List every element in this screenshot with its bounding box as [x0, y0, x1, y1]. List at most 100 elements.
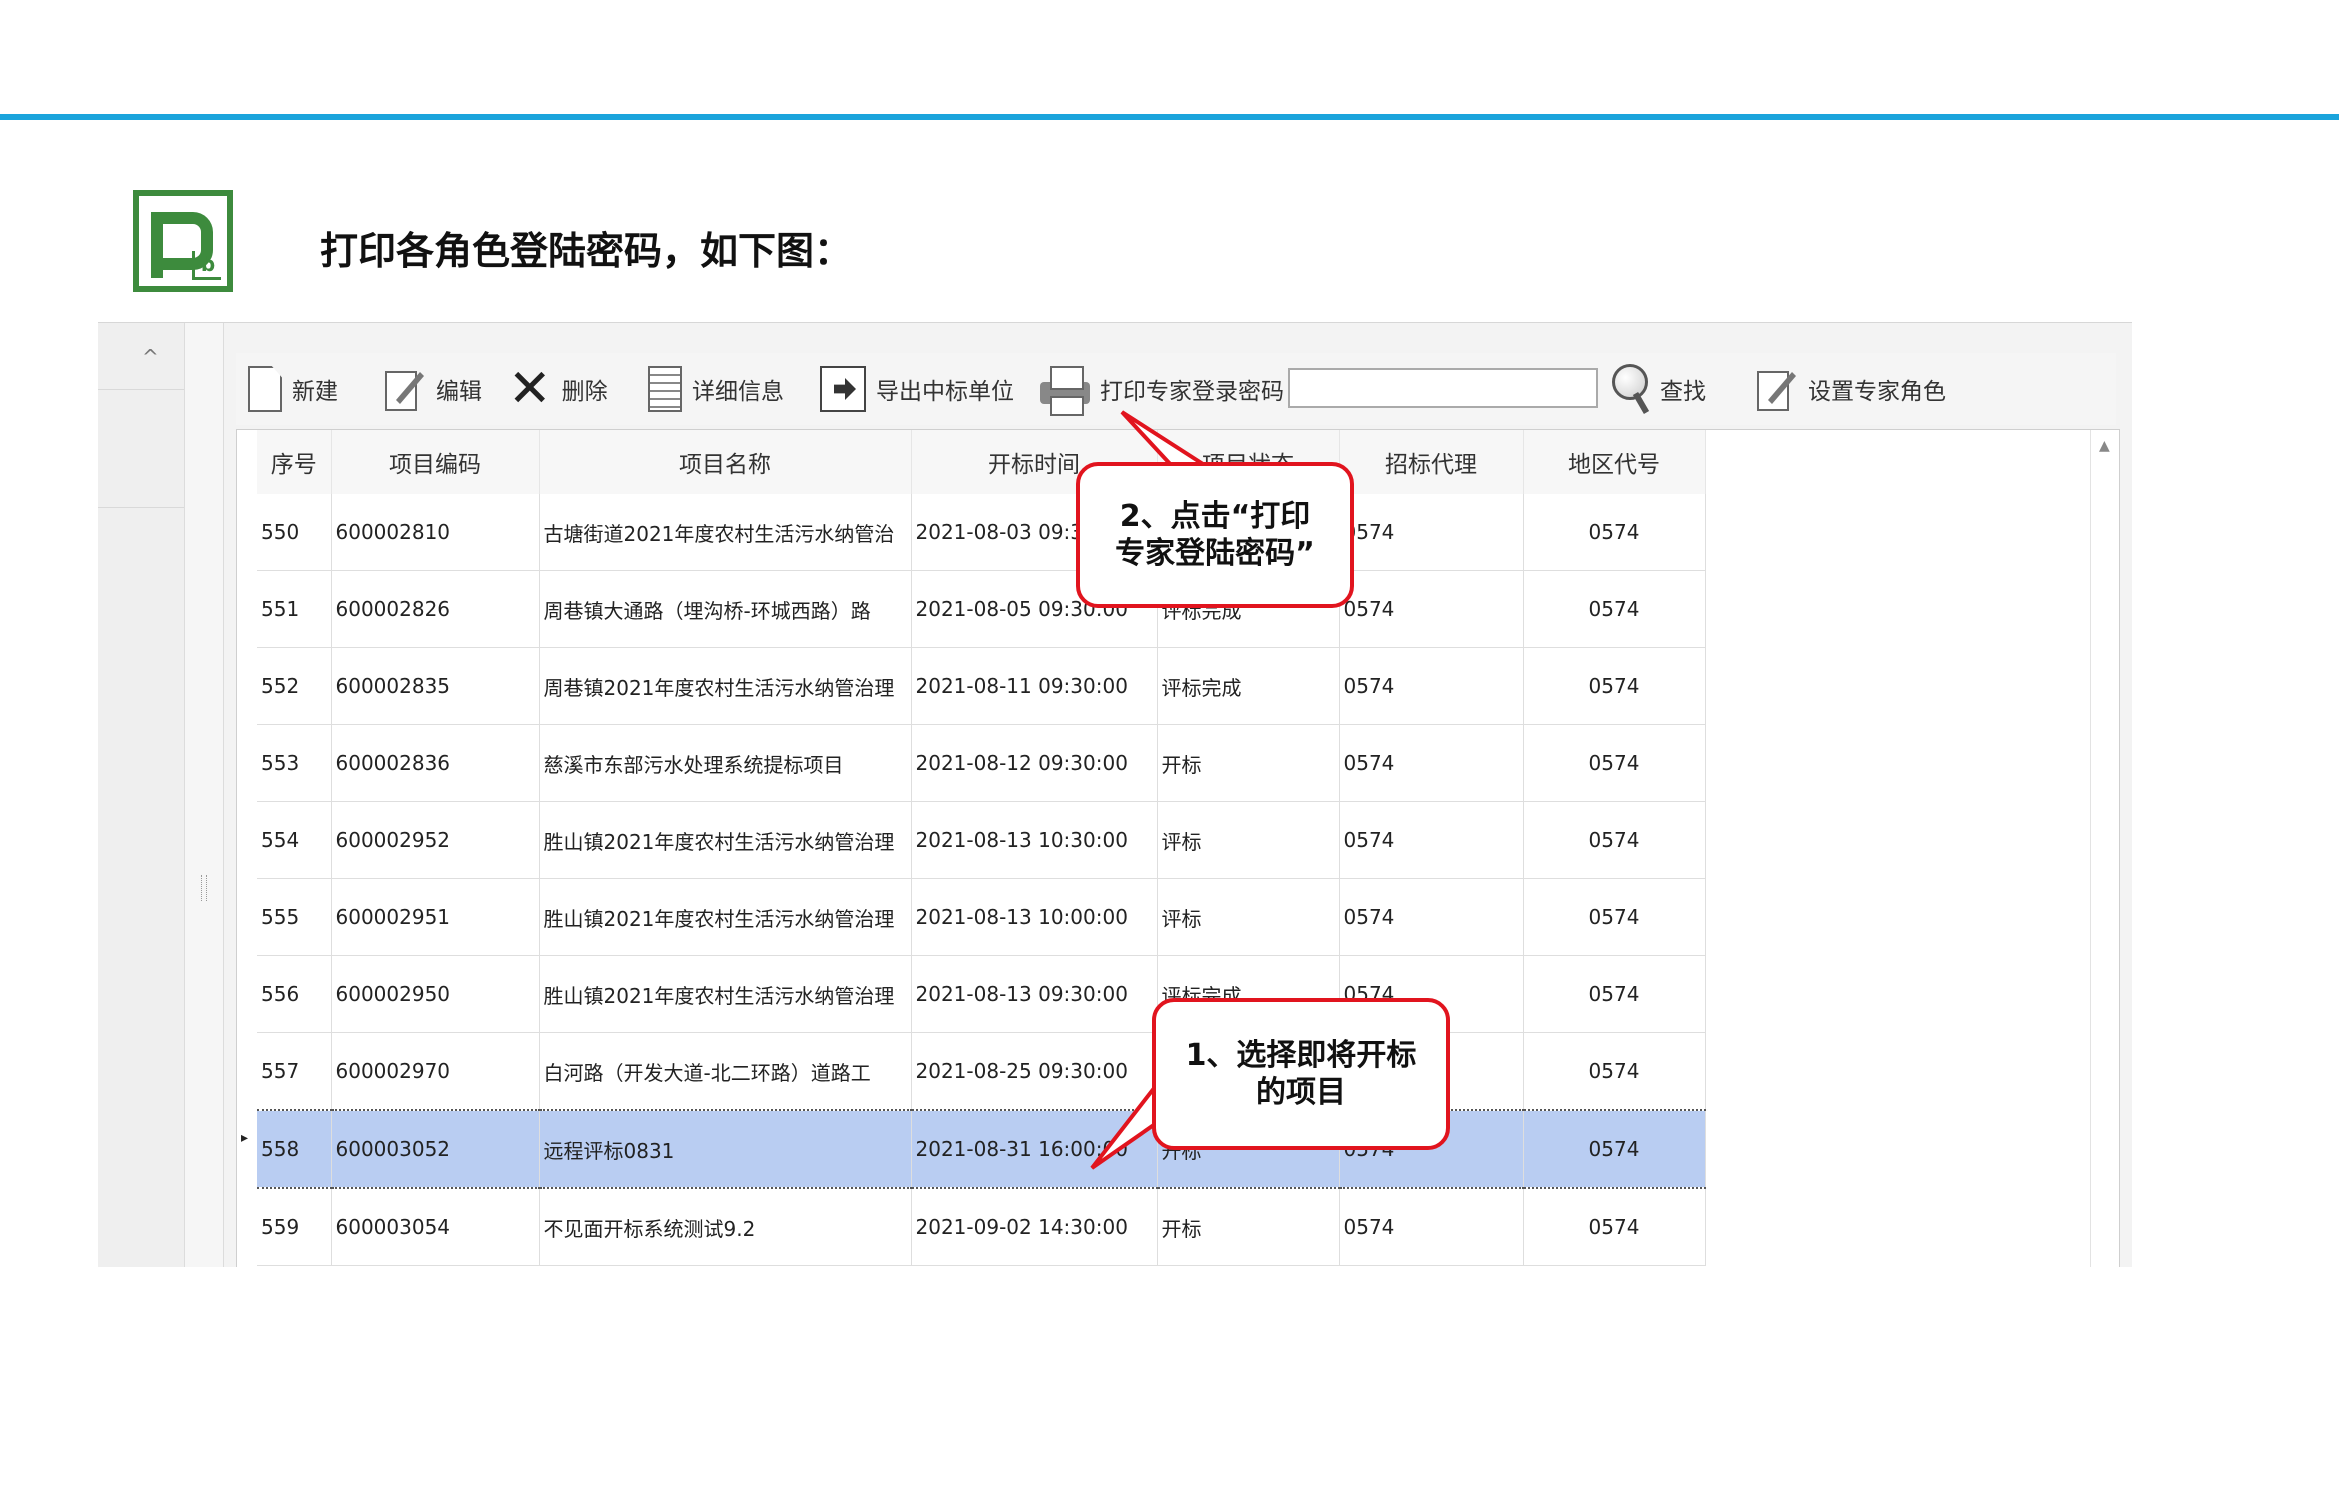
cell-agency: 0574: [1339, 801, 1524, 879]
cell-name: 白河路（开发大道-北二环路）道路工: [539, 1032, 912, 1111]
cell-name: 慈溪市东部污水处理系统提标项目: [539, 724, 912, 802]
current-row-marker-icon: ▸: [241, 1130, 249, 1146]
set-role-label: 设置专家角色: [1808, 379, 1946, 405]
page-heading: 打印各角色登陆密码，如下图：: [320, 229, 853, 273]
cell-seq: 550: [257, 494, 332, 571]
table-row[interactable]: 551 600002826 周巷镇大通路（埋沟桥-环城西路）路 2021-08-05 …: [257, 570, 1706, 648]
table-row[interactable]: 553 600002836 慈溪市东部污水处理系统提标项目 2021-08-12 09…: [257, 724, 1706, 802]
cell-region: 0574: [1523, 570, 1706, 648]
new-button[interactable]: 新建: [248, 363, 338, 415]
cell-code: 600002826: [331, 570, 540, 648]
details-label: 详细信息: [692, 379, 784, 405]
table-row[interactable]: 557 600002970 白河路（开发大道-北二环路）道路工 2021-08-25 …: [257, 1032, 1706, 1111]
cell-name: 远程评标0831: [539, 1109, 912, 1189]
cell-code: 600003052: [331, 1109, 540, 1189]
edit-button[interactable]: 编辑: [384, 363, 482, 415]
cell-seq: 558: [257, 1109, 332, 1189]
logo-pb-icon: b: [133, 190, 233, 292]
cell-region: 0574: [1523, 647, 1706, 725]
table-header-row: 序号 项目编码 项目名称 开标时间 项目状态 招标代理 地区代号: [257, 430, 1706, 494]
col-header-code[interactable]: 项目编码: [331, 430, 540, 494]
col-header-agency[interactable]: 招标代理: [1339, 430, 1524, 494]
cell-region: 0574: [1523, 1188, 1706, 1266]
table-row[interactable]: 550 600002810 古塘街道2021年度农村生活污水纳管治 2021-08-0…: [257, 494, 1706, 571]
toolbar: 新建 编辑 ✕ 删除 详细信息 导出中标单位 打印专家登录密码 查找 设置专家角…: [236, 353, 2116, 425]
cell-seq: 557: [257, 1032, 332, 1111]
cell-code: 600002836: [331, 724, 540, 802]
callout-step2: 2、点击“打印 专家登陆密码”: [1076, 462, 1354, 608]
cell-name: 胜山镇2021年度农村生活污水纳管治理: [539, 878, 912, 956]
col-header-name[interactable]: 项目名称: [539, 430, 912, 494]
cell-open-time: 2021-08-11 09:30:00: [911, 647, 1158, 725]
cell-name: 胜山镇2021年度农村生活污水纳管治理: [539, 801, 912, 879]
set-role-button[interactable]: 设置专家角色: [1756, 363, 1946, 415]
collapse-caret-icon[interactable]: ^: [142, 345, 159, 369]
cell-region: 0574: [1523, 878, 1706, 956]
edit-pencil-icon: [384, 366, 426, 412]
panel-splitter[interactable]: [184, 323, 224, 1267]
search-input[interactable]: [1288, 368, 1598, 408]
cell-seq: 551: [257, 570, 332, 648]
cell-seq: 556: [257, 955, 332, 1033]
delete-x-icon: ✕: [508, 359, 552, 419]
cell-seq: 559: [257, 1188, 332, 1266]
export-winner-button[interactable]: 导出中标单位: [820, 363, 1014, 415]
cell-name: 周巷镇大通路（埋沟桥-环城西路）路: [539, 570, 912, 648]
table-row[interactable]: 554 600002952 胜山镇2021年度农村生活污水纳管治理 2021-08-1…: [257, 801, 1706, 879]
cell-agency: 0574: [1339, 570, 1524, 648]
logo-letter: b: [192, 251, 221, 280]
col-header-seq[interactable]: 序号: [257, 430, 332, 494]
cell-agency: 0574: [1339, 494, 1524, 571]
cell-agency: 0574: [1339, 878, 1524, 956]
cell-region: 0574: [1523, 494, 1706, 571]
cell-name: 胜山镇2021年度农村生活污水纳管治理: [539, 955, 912, 1033]
cell-open-time: 2021-08-13 10:30:00: [911, 801, 1158, 879]
project-table: 序号 项目编码 项目名称 开标时间 项目状态 招标代理 地区代号 5506000…: [257, 430, 1706, 1266]
cell-seq: 552: [257, 647, 332, 725]
table-row[interactable]: 559 600003054 不见面开标系统测试9.2 2021-09-02 14:30…: [257, 1188, 1706, 1266]
find-label: 查找: [1660, 379, 1706, 405]
table-row[interactable]: 556 600002950 胜山镇2021年度农村生活污水纳管治理 2021-08-1…: [257, 955, 1706, 1033]
table-row[interactable]: 558 600003052 远程评标0831 2021-08-31 16:00:00 开…: [257, 1109, 1706, 1189]
new-label: 新建: [292, 379, 338, 405]
cell-code: 600003054: [331, 1188, 540, 1266]
cell-code: 600002810: [331, 494, 540, 571]
cell-agency: 0574: [1339, 1188, 1524, 1266]
cell-seq: 553: [257, 724, 332, 802]
delete-button[interactable]: ✕ 删除: [508, 363, 608, 415]
magnifier-icon: [1612, 364, 1650, 415]
row-indicator-column: ▸: [237, 430, 257, 1267]
table-row[interactable]: 555 600002951 胜山镇2021年度农村生活污水纳管治理 2021-08-1…: [257, 878, 1706, 956]
cell-code: 600002950: [331, 955, 540, 1033]
cell-region: 0574: [1523, 1109, 1706, 1189]
cell-status: 开标: [1157, 724, 1340, 802]
col-header-region[interactable]: 地区代号: [1523, 430, 1706, 494]
table-row[interactable]: 552 600002835 周巷镇2021年度农村生活污水纳管治理 2021-08-1…: [257, 647, 1706, 725]
cell-region: 0574: [1523, 801, 1706, 879]
top-accent-line: [0, 114, 2339, 120]
export-winner-label: 导出中标单位: [876, 379, 1014, 405]
printer-icon: [1040, 366, 1090, 416]
print-passwords-label: 打印专家登录密码: [1100, 379, 1284, 405]
cell-region: 0574: [1523, 1032, 1706, 1111]
details-list-icon: [648, 366, 682, 412]
print-passwords-button[interactable]: 打印专家登录密码: [1040, 363, 1284, 416]
cell-name: 古塘街道2021年度农村生活污水纳管治: [539, 494, 912, 571]
scroll-up-icon[interactable]: ▲: [2099, 438, 2110, 454]
cell-status: 评标: [1157, 878, 1340, 956]
left-nav-panel: ^: [98, 323, 184, 1267]
grip-icon: [201, 875, 207, 901]
export-arrow-icon: [820, 366, 866, 412]
details-button[interactable]: 详细信息: [648, 363, 784, 415]
cell-code: 600002952: [331, 801, 540, 879]
find-button[interactable]: 查找: [1612, 363, 1706, 415]
delete-label: 删除: [561, 379, 608, 405]
edit-pencil-icon: [1756, 366, 1798, 412]
cell-open-time: 2021-08-12 09:30:00: [911, 724, 1158, 802]
cell-open-time: 2021-08-31 16:00:00: [911, 1109, 1158, 1189]
cell-status: 评标完成: [1157, 647, 1340, 725]
edit-label: 编辑: [436, 379, 482, 405]
cell-name: 不见面开标系统测试9.2: [539, 1188, 912, 1266]
cell-region: 0574: [1523, 724, 1706, 802]
vertical-scrollbar[interactable]: ▲: [2090, 430, 2119, 1267]
